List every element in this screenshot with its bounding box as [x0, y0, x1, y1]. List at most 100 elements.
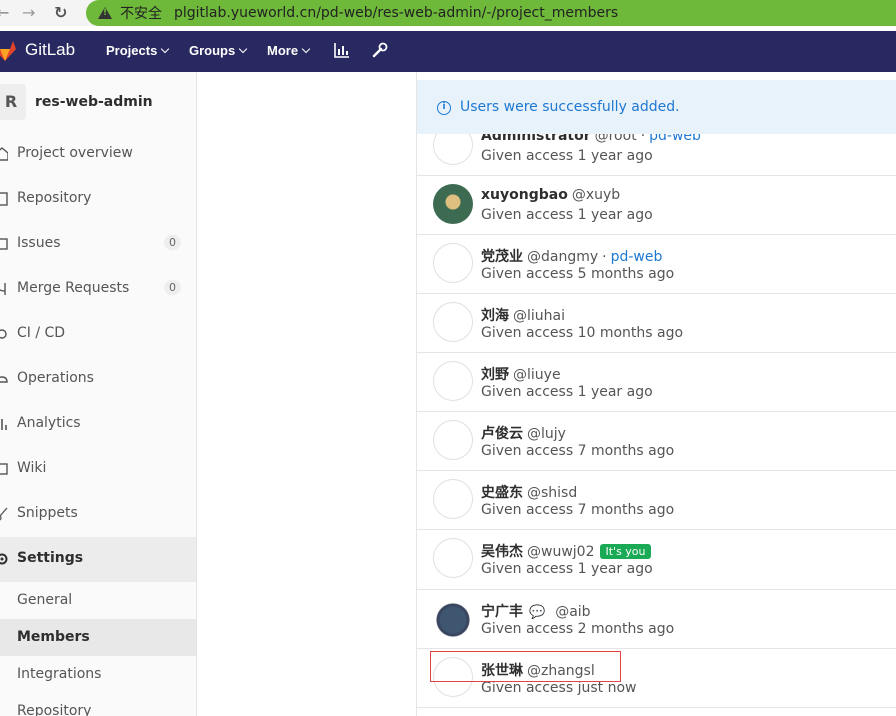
member-name[interactable]: 刘野 [481, 367, 509, 383]
access-time: Given access 1 year ago [481, 561, 653, 577]
member-username: @liuhai [513, 308, 565, 324]
member-username: @xuyb [571, 187, 621, 203]
gitlab-logo-icon[interactable] [0, 41, 16, 61]
forward-icon[interactable]: → [22, 3, 35, 23]
access-time: Given access 5 months ago [481, 266, 675, 282]
access-time: Given access 2 months ago [481, 621, 675, 637]
issues-icon [0, 238, 8, 250]
member-username: @aib [555, 604, 591, 620]
avatar[interactable] [433, 598, 473, 638]
flash-message: Users were successfully added. [460, 99, 680, 115]
flash-notice: i Users were successfully added. [417, 80, 896, 134]
highlight-annotation [430, 651, 621, 682]
access-time: Given access 1 year ago [481, 207, 653, 223]
speech-bubble-icon: 💬 [529, 605, 546, 620]
member-name[interactable]: 刘海 [481, 308, 509, 324]
nav-groups[interactable]: Groups [189, 43, 248, 58]
project-sidebar: R res-web-admin Project overview Reposit… [0, 72, 197, 716]
settings-sub-repository[interactable]: Repository [0, 693, 196, 716]
member-name[interactable]: 史盛东 [481, 485, 523, 501]
sidebar-item-operations[interactable]: Operations [0, 357, 196, 402]
access-time: Given access 1 year ago [481, 384, 653, 400]
its-you-badge: It's you [600, 544, 651, 559]
member-username: @lujy [527, 426, 566, 442]
avatar[interactable] [433, 243, 473, 283]
member-name[interactable]: 党茂业 [481, 249, 523, 265]
top-navbar: GitLab Projects Groups More [0, 31, 896, 72]
member-row: 史盛东 @shisd Given access 7 months ago [417, 471, 896, 530]
sidebar-item-label: Settings [17, 550, 84, 566]
book-open-icon [0, 463, 8, 475]
brand-name[interactable]: GitLab [25, 40, 75, 60]
nav-more[interactable]: More [267, 43, 311, 58]
avatar[interactable] [433, 420, 473, 460]
member-name[interactable]: 宁广丰 [481, 604, 523, 620]
member-username: @dangmy [527, 249, 599, 265]
separator-dot: · [602, 249, 607, 265]
settings-sub-members[interactable]: Members [0, 619, 196, 656]
sidebar-item-label: Repository [17, 190, 92, 206]
avatar[interactable] [433, 361, 473, 401]
member-group-link[interactable]: pd-web [611, 249, 663, 265]
access-time: Given access 1 year ago [481, 148, 653, 164]
sidebar-item-label: Merge Requests [17, 280, 130, 296]
settings-sub-general[interactable]: General [0, 582, 196, 619]
sub-item-label: Repository [17, 703, 92, 716]
sidebar-item-issues[interactable]: Issues 0 [0, 222, 196, 267]
member-name[interactable]: 卢俊云 [481, 426, 523, 442]
sidebar-item-label: Analytics [17, 415, 81, 431]
project-avatar: R [0, 84, 26, 120]
sidebar-item-repository[interactable]: Repository [0, 177, 196, 222]
avatar[interactable] [433, 538, 473, 578]
sidebar-item-settings[interactable]: Settings [0, 537, 196, 582]
chevron-down-icon [238, 44, 248, 54]
url-text[interactable]: plgitlab.yueworld.cn/pd-web/res-web-admi… [174, 5, 618, 21]
member-row: 刘海 @liuhai Given access 10 months ago [417, 294, 896, 353]
member-row: 党茂业 @dangmy · pd-web Given access 5 months … [417, 235, 896, 294]
sidebar-item-label: Issues [17, 235, 61, 251]
sidebar-item-project-overview[interactable]: Project overview [0, 132, 196, 177]
back-icon[interactable]: ← [0, 3, 9, 23]
settings-sub-integrations[interactable]: Integrations [0, 656, 196, 693]
project-name[interactable]: res-web-admin [35, 94, 153, 110]
browser-toolbar: ← → ↻ 不安全 plgitlab.yueworld.cn/pd-web/re… [0, 0, 896, 26]
member-row: 卢俊云 @lujy Given access 7 months ago [417, 412, 896, 471]
member-row: 吴伟杰 @wuwj02 It's you Given access 1 year a… [417, 530, 896, 590]
access-time: Given access 10 months ago [481, 325, 684, 341]
avatar[interactable] [433, 479, 473, 519]
nav-projects[interactable]: Projects [106, 43, 170, 58]
sidebar-item-snippets[interactable]: Snippets [0, 492, 196, 537]
scissors-icon [0, 507, 8, 521]
sidebar-item-wiki[interactable]: Wiki [0, 447, 196, 492]
cloud-gear-icon [0, 376, 8, 383]
sidebar-item-analytics[interactable]: Analytics [0, 402, 196, 447]
project-header[interactable]: R res-web-admin [0, 84, 196, 120]
issues-count-badge: 0 [164, 235, 181, 250]
chevron-down-icon [161, 44, 170, 54]
sidebar-item-label: Project overview [17, 145, 133, 161]
member-row: 宁广丰 💬 @aib Given access 2 months ago [417, 590, 896, 649]
settings-gear-icon [0, 553, 8, 565]
address-bar[interactable]: 不安全 plgitlab.yueworld.cn/pd-web/res-web-… [86, 0, 896, 26]
access-time: Given access just now [481, 680, 637, 696]
member-name[interactable]: xuyongbao [481, 187, 568, 203]
member-row: 刘野 @liuye Given access 1 year ago [417, 353, 896, 412]
merge-request-icon [0, 283, 6, 295]
member-row: xuyongbao @xuyb Given access 1 year ago [417, 176, 896, 235]
warning-icon [98, 7, 112, 19]
member-name[interactable]: 吴伟杰 [481, 544, 523, 560]
avatar[interactable] [433, 184, 473, 224]
sidebar-item-label: Wiki [17, 460, 47, 476]
chart-icon[interactable] [334, 42, 350, 58]
sub-item-label: Integrations [17, 666, 102, 682]
book-icon [0, 192, 8, 206]
sidebar-item-merge-requests[interactable]: Merge Requests 0 [0, 267, 196, 312]
member-username: @shisd [527, 485, 578, 501]
security-label: 不安全 [120, 6, 162, 22]
wrench-icon[interactable] [372, 42, 388, 58]
avatar[interactable] [433, 302, 473, 342]
sidebar-item-label: Snippets [17, 505, 78, 521]
sidebar-item-label: CI / CD [17, 325, 66, 341]
reload-icon[interactable]: ↻ [54, 3, 67, 23]
sidebar-item-ci-cd[interactable]: CI / CD [0, 312, 196, 357]
